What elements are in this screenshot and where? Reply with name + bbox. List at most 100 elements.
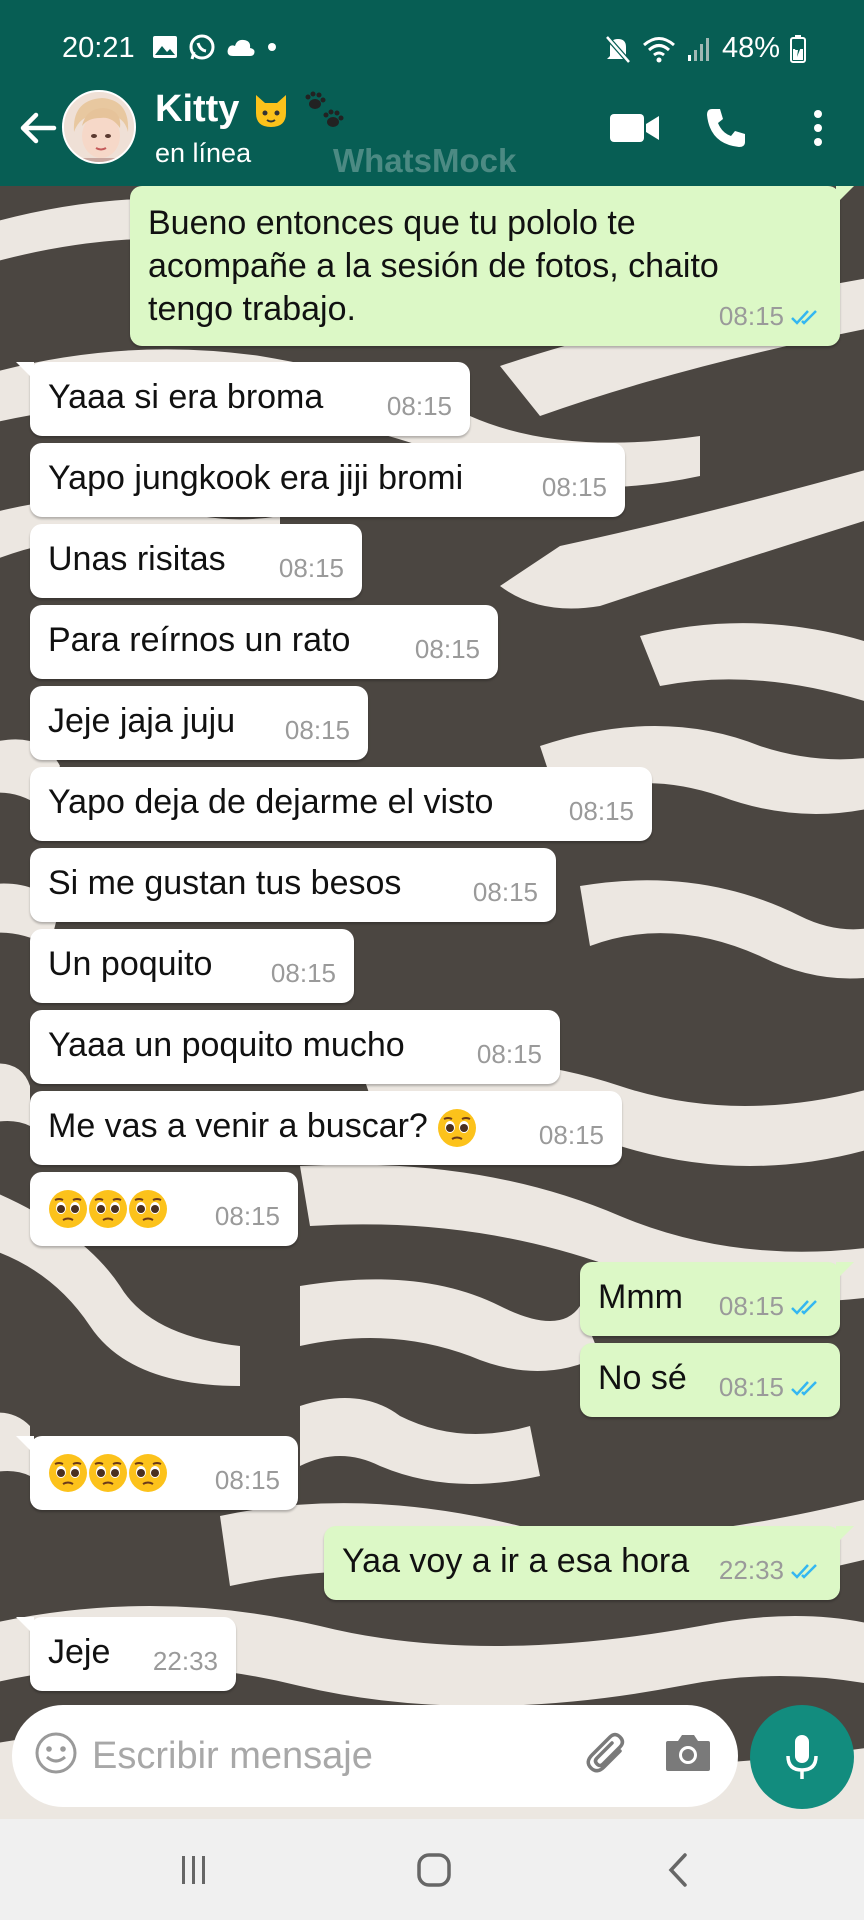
composer: Escribir mensaje [0,1704,864,1819]
pleading-face-emoji [89,1454,127,1493]
message-bubble-incoming[interactable]: Para reírnos un rato 08:15 [30,605,498,679]
system-nav-bar [0,1819,864,1920]
message-bubble-incoming[interactable]: Jeje 22:33 [16,1617,236,1691]
notification-icons [152,33,278,61]
message-text: Yapo jungkook era jiji bromi [48,459,464,497]
paw-prints-emoji [305,91,344,127]
system-icons: 48% [604,32,806,65]
message-text: Si me gustan tus besos [48,864,402,902]
message-text: Yapo deja de dejarme el visto [48,783,494,821]
message-bubble-incoming[interactable]: Me vas a venir a buscar? 08:15 [30,1091,622,1165]
message-time: 22:33 [718,1555,784,1585]
video-call-button[interactable] [608,100,662,156]
microphone-icon [786,1735,818,1779]
recents-button[interactable] [172,1849,216,1891]
contact-name[interactable]: Kitty [155,88,347,131]
camera-icon [666,1735,710,1771]
paperclip-icon [586,1732,625,1773]
arrow-left-icon [20,112,57,144]
message-time: 08:15 [472,877,538,907]
message-time: 22:33 [152,1646,218,1676]
message-text: Me vas a venir a buscar? [48,1107,428,1145]
message-bubble-outgoing[interactable]: No sé 08:15 [580,1343,840,1417]
back-button[interactable] [14,104,62,152]
message-time: 08:15 [214,1201,280,1231]
message-time: 08:15 [284,715,350,745]
message-text: Bueno entonces que tu pololo te acompañe… [148,204,719,328]
message-time: 08:15 [541,472,607,502]
emoji-group [48,1452,168,1493]
message-time: 08:15 [718,1372,784,1402]
message-bubble-incoming[interactable]: Unas risitas 08:15 [30,524,362,598]
more-vertical-icon [814,110,822,146]
message-text: Yaaa un poquito mucho [48,1026,405,1064]
message-bubble-incoming[interactable]: Un poquito 08:15 [30,929,354,1003]
battery-icon [790,34,806,63]
pleading-face-emoji [89,1190,127,1229]
emoji-button[interactable] [34,1731,82,1779]
double-check-icon [791,309,817,325]
chat-header: Kitty en línea WhatsMock [0,70,864,186]
message-text: Yaa voy a ir a esa hora [342,1542,690,1580]
message-text: Un poquito [48,945,213,983]
cloud-icon [227,39,255,56]
message-text: Unas risitas [48,540,226,578]
nav-back-button[interactable] [656,1849,700,1891]
home-icon [417,1853,451,1887]
message-text: No sé [598,1359,687,1397]
message-bubble-incoming[interactable]: Yapo deja de dejarme el visto 08:15 [30,767,652,841]
pleading-face-emoji [49,1190,87,1229]
message-time: 08:15 [214,1465,280,1495]
attach-button[interactable] [582,1729,634,1781]
battery-percent: 48% [721,32,780,64]
message-bubble-incoming[interactable]: Yaaa un poquito mucho 08:15 [30,1010,560,1084]
message-time: 08:15 [538,1120,604,1150]
more-options-button[interactable] [806,100,830,156]
emoji-group [48,1188,168,1229]
video-camera-icon [610,114,659,142]
message-bubble-incoming[interactable]: 08:15 [30,1172,298,1246]
message-text: Yaaa si era broma [48,378,324,416]
status-time: 20:21 [62,32,135,64]
chat-area[interactable]: Bueno entonces que tu pololo te acompañe… [0,186,864,1819]
wifi-icon [642,36,675,62]
smiley-icon [35,1732,77,1774]
message-bubble-incoming[interactable]: Si me gustan tus besos 08:15 [30,848,556,922]
voice-call-button[interactable] [702,100,750,156]
message-text: Jeje jaja juju [48,702,236,740]
home-button[interactable] [412,1849,456,1891]
message-input[interactable]: Escribir mensaje [12,1705,738,1807]
signal-icon [687,37,709,61]
pleading-face-emoji [49,1454,87,1493]
message-bubble-incoming[interactable]: Yaaa si era broma 08:15 [16,362,470,436]
status-bar: 20:21 48% [0,0,864,70]
message-time: 08:15 [568,796,634,826]
message-bubble-outgoing[interactable]: Mmm 08:15 [580,1262,854,1336]
message-bubble-outgoing[interactable]: Bueno entonces que tu pololo te acompañe… [130,186,854,346]
message-text: Mmm [598,1278,683,1316]
message-time: 08:15 [476,1039,542,1069]
avatar[interactable] [62,90,136,164]
message-placeholder: Escribir mensaje [92,1735,373,1777]
recents-icon [182,1856,205,1884]
message-bubble-incoming[interactable]: Jeje jaja juju 08:15 [30,686,368,760]
message-bubble-outgoing[interactable]: Yaa voy a ir a esa hora 22:33 [324,1526,854,1600]
message-time: 08:15 [270,958,336,988]
double-check-icon [791,1380,817,1396]
pleading-face-emoji [129,1190,167,1229]
message-bubble-incoming[interactable]: Yapo jungkook era jiji bromi 08:15 [30,443,625,517]
dot-icon [268,43,276,51]
message-bubble-incoming[interactable]: 08:15 [16,1436,298,1510]
profile-photo-icon [64,92,134,162]
back-icon [668,1853,687,1887]
pleading-face-emoji [129,1454,167,1493]
voice-message-button[interactable] [750,1705,854,1809]
contact-status: en línea [155,138,252,168]
double-check-icon [791,1563,817,1579]
contact-name-text: Kitty [155,88,240,130]
message-time: 08:15 [278,553,344,583]
double-check-icon [791,1299,817,1315]
message-text: Para reírnos un rato [48,621,351,659]
message-time: 08:15 [414,634,480,664]
camera-button[interactable] [664,1731,716,1779]
